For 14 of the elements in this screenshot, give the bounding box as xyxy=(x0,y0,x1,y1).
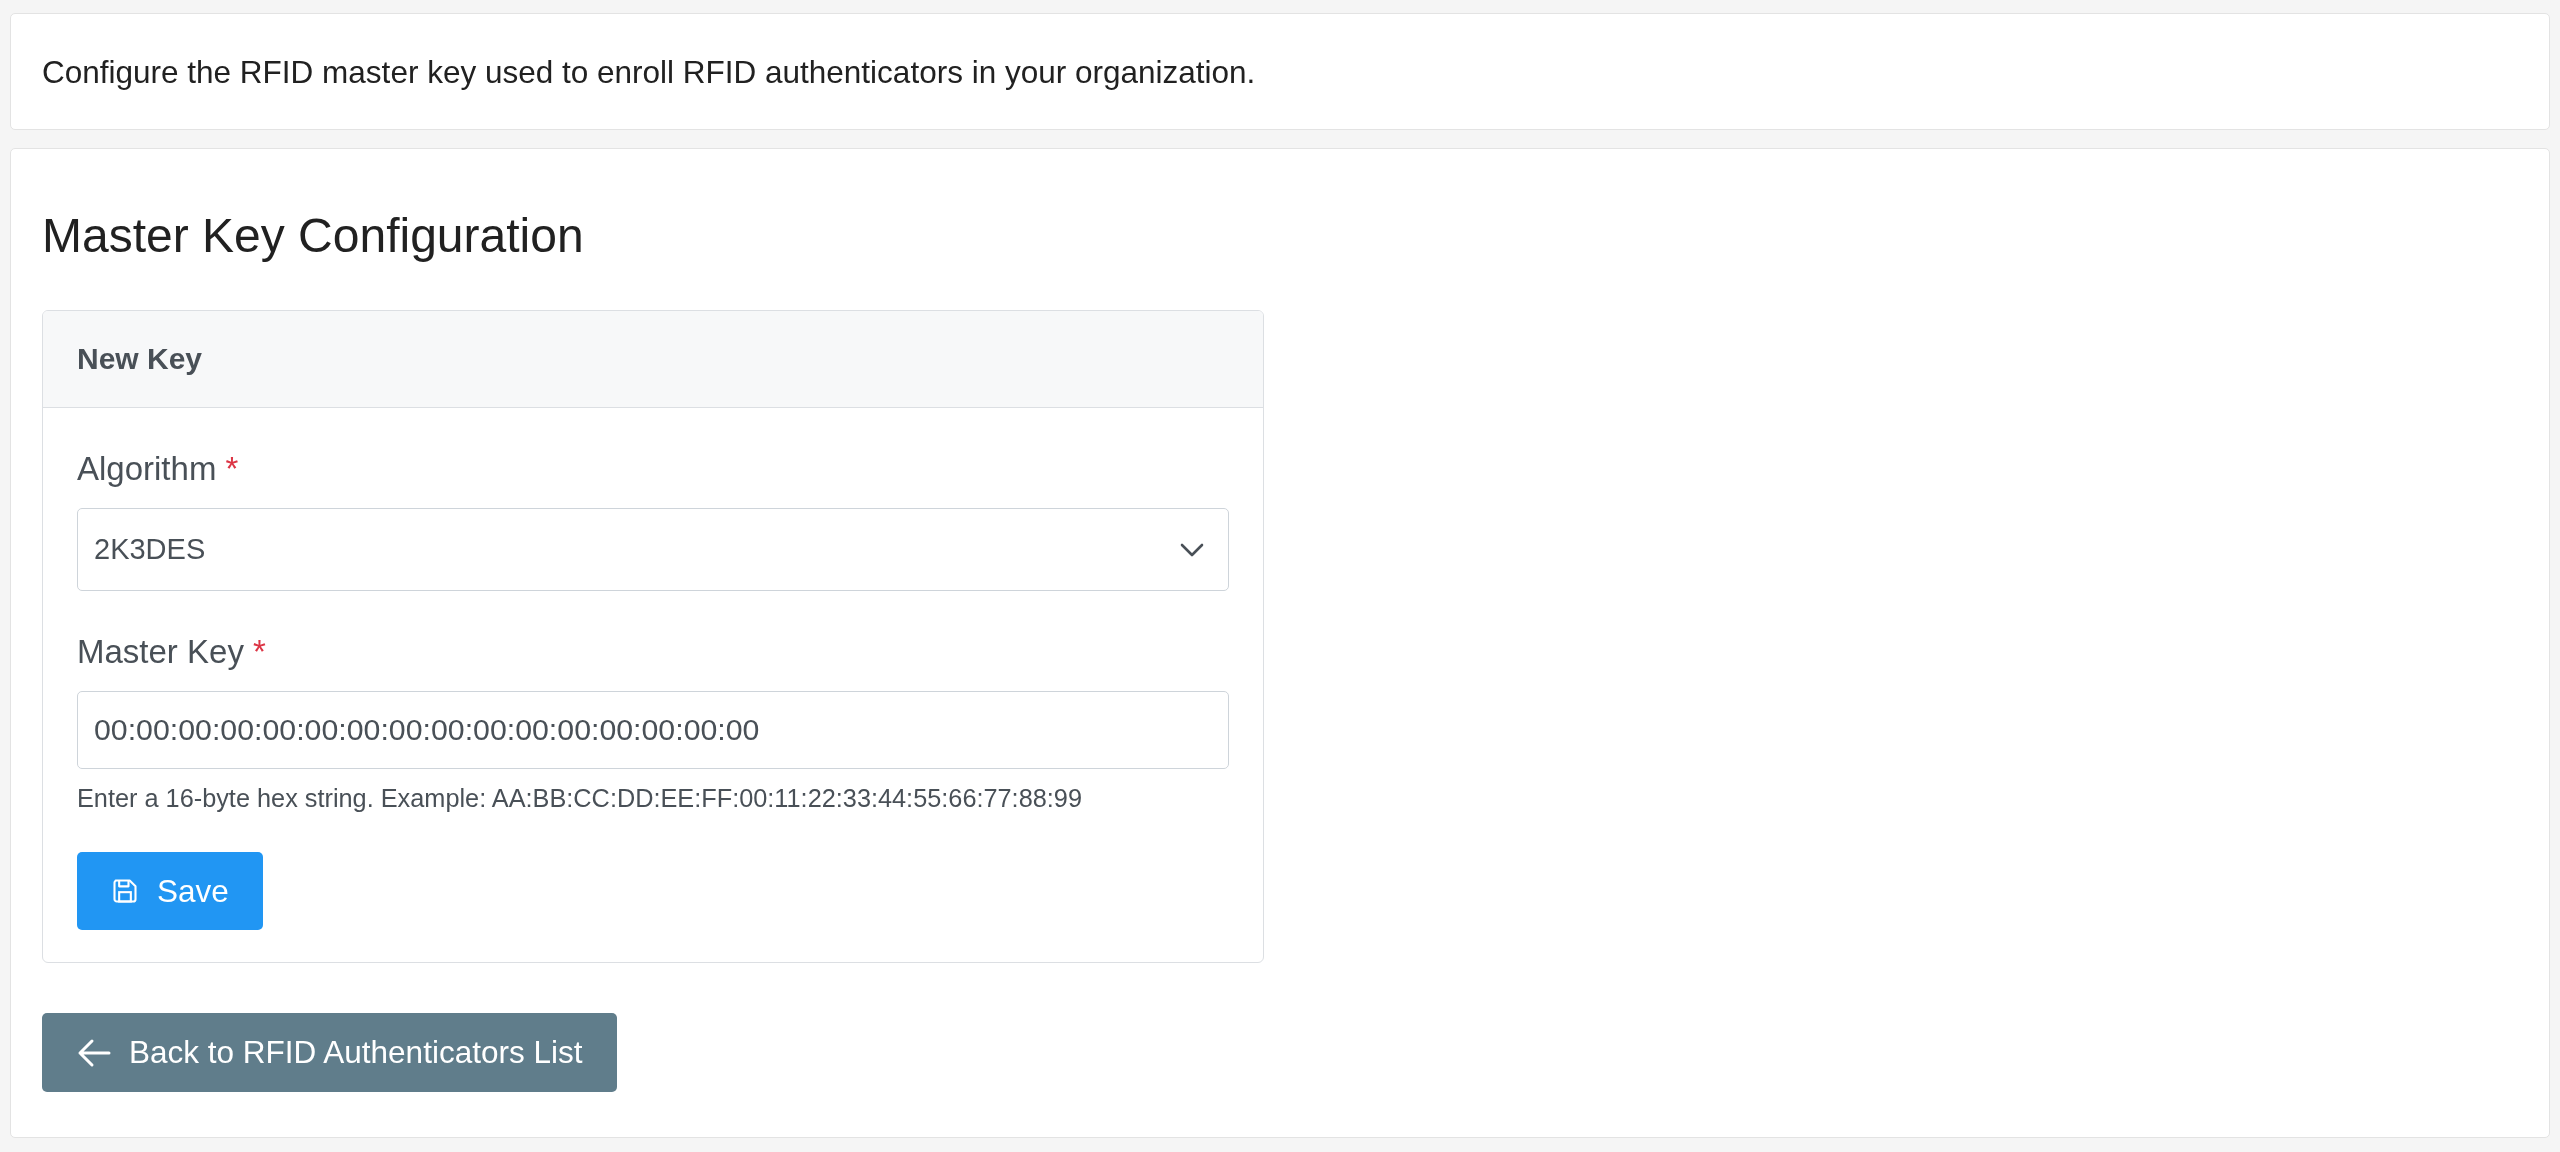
page-title: Master Key Configuration xyxy=(42,209,584,263)
arrow-left-icon xyxy=(77,1037,111,1068)
algorithm-select[interactable]: 2K3DES xyxy=(77,508,1229,591)
card-title: New Key xyxy=(77,342,203,376)
save-icon xyxy=(111,877,139,905)
required-mark: * xyxy=(225,449,239,489)
description-text: Configure the RFID master key used to enroll RFID authenticators in your organization. xyxy=(42,52,1256,92)
required-mark: * xyxy=(252,632,266,672)
key-input[interactable]: 00:00:00:00:00:00:00:00:00:00:00:00:00:00:00:00 xyxy=(77,691,1229,769)
field-label: Master Key xyxy=(77,632,244,672)
chevron-down-icon xyxy=(1180,542,1204,557)
help-text: Enter a 16-byte hex string. Example: AA:BB:CC:DD:EE:FF:00:11:22:33:44:55:66:77:88:99 xyxy=(77,783,1083,814)
back-button[interactable]: Back to RFID Authenticators List xyxy=(42,1013,618,1092)
field-label: Algorithm xyxy=(77,449,217,489)
